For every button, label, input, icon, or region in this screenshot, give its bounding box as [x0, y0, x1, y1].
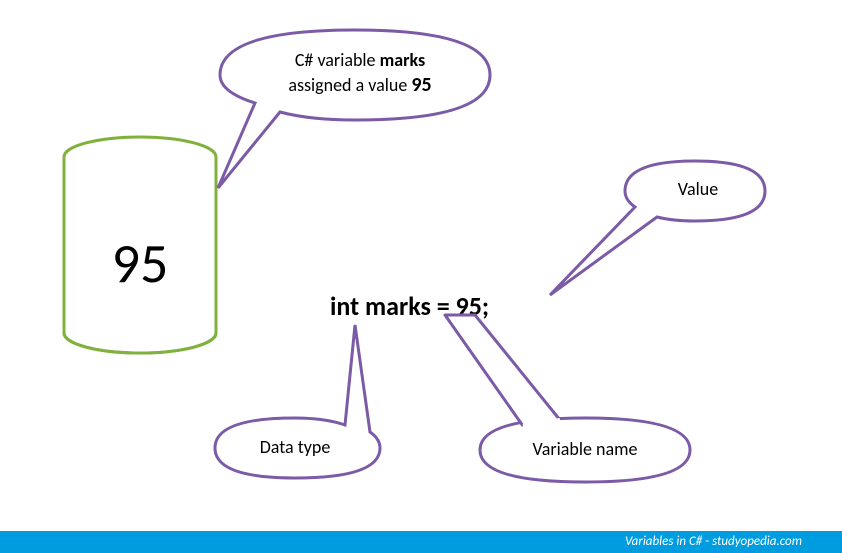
bubble-description-shape — [200, 20, 510, 195]
diagram-canvas: 95 C# variable marks assigned a value 95… — [0, 0, 842, 553]
bubble-datatype: Data type — [200, 320, 440, 480]
cylinder-container: 95 — [60, 135, 220, 355]
bubble-description: C# variable marks assigned a value 95 — [200, 20, 510, 195]
bubble-varname-label: Variable name — [515, 437, 655, 461]
bubble-varname-shape — [415, 310, 715, 490]
bubble-datatype-label: Data type — [240, 435, 350, 459]
desc-line2-bold: 95 — [411, 73, 431, 97]
desc-line2-prefix: assigned a value — [288, 74, 411, 96]
bubble-value: Value — [545, 155, 775, 300]
bubble-description-text: C# variable marks assigned a value 95 — [255, 48, 465, 99]
footer-bar: Variables in C# - studyopedia.com — [0, 531, 842, 553]
cylinder-value: 95 — [60, 230, 220, 298]
desc-line1-bold: marks — [380, 49, 426, 71]
bubble-varname: Variable name — [415, 310, 715, 490]
footer-text: Variables in C# - studyopedia.com — [625, 534, 802, 549]
desc-line1-prefix: C# variable — [295, 49, 380, 71]
bubble-value-label: Value — [653, 177, 743, 201]
